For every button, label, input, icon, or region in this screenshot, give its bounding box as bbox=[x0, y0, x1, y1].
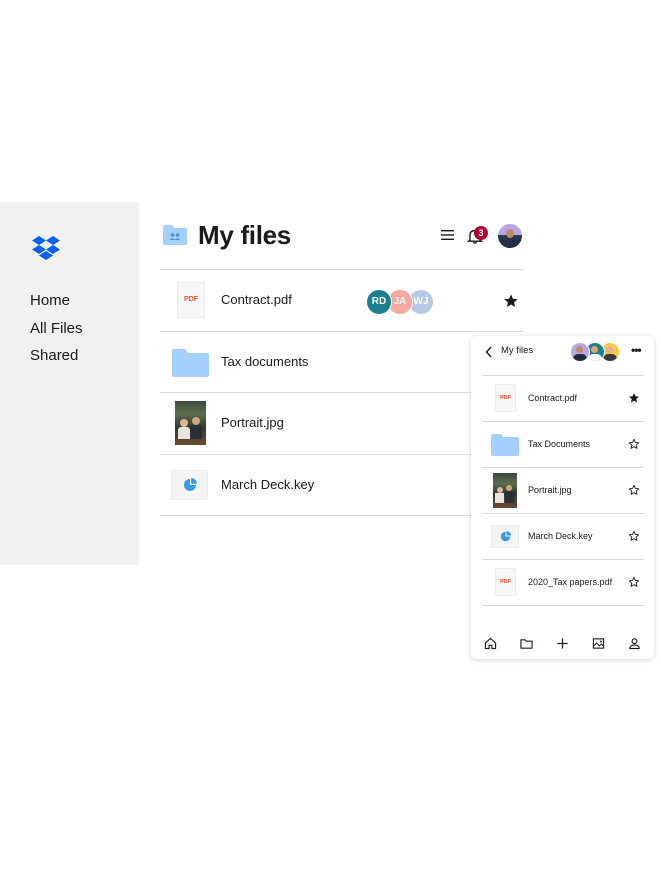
mobile-files-panel: My files ••• PDF Contract.pdf Tax Docume… bbox=[471, 336, 654, 659]
notification-badge: 3 bbox=[474, 226, 488, 240]
file-name: Contract.pdf bbox=[528, 393, 578, 403]
shared-folder-icon bbox=[163, 225, 187, 245]
list-item[interactable]: Portrait.jpg bbox=[482, 467, 644, 513]
list-item[interactable]: March Deck.key bbox=[482, 513, 644, 559]
list-item[interactable]: PDF Contract.pdf bbox=[482, 375, 644, 421]
star-filled-icon[interactable] bbox=[628, 392, 640, 404]
star-filled-icon[interactable] bbox=[503, 293, 519, 309]
account-icon[interactable] bbox=[628, 637, 641, 650]
pdf-file-icon: PDF bbox=[495, 568, 516, 596]
star-outline-icon[interactable] bbox=[628, 438, 640, 450]
pdf-file-icon: PDF bbox=[495, 384, 516, 412]
sidebar: Home All Files Shared bbox=[0, 202, 139, 565]
file-list: PDF Contract.pdf RD JA WJ Tax documents … bbox=[160, 269, 523, 516]
photos-icon[interactable] bbox=[592, 637, 605, 650]
back-chevron-icon[interactable] bbox=[485, 346, 493, 358]
shared-members-avatars[interactable] bbox=[570, 342, 626, 364]
keynote-file-icon bbox=[171, 469, 208, 500]
home-icon[interactable] bbox=[484, 637, 497, 650]
dropbox-logo-icon[interactable] bbox=[32, 236, 60, 260]
file-name: Tax Documents bbox=[528, 439, 591, 449]
image-thumbnail bbox=[175, 401, 206, 445]
collaborator-avatar[interactable]: RD bbox=[366, 289, 392, 315]
folder-icon[interactable] bbox=[520, 637, 533, 650]
file-row[interactable]: Tax documents bbox=[160, 330, 523, 393]
plus-icon[interactable] bbox=[556, 637, 569, 650]
panel-title: My files bbox=[501, 345, 534, 356]
file-name: 2020_Tax papers.pdf bbox=[528, 577, 613, 587]
sidebar-item-shared[interactable]: Shared bbox=[30, 346, 83, 374]
bottom-tab-bar bbox=[471, 626, 654, 659]
user-avatar[interactable] bbox=[498, 224, 522, 248]
file-name: Tax documents bbox=[221, 353, 309, 369]
keynote-file-icon bbox=[491, 525, 519, 548]
file-name: Contract.pdf bbox=[221, 292, 292, 307]
member-avatar[interactable] bbox=[570, 342, 590, 362]
more-options-icon[interactable]: ••• bbox=[631, 344, 642, 356]
menu-icon[interactable] bbox=[441, 229, 454, 241]
file-row[interactable]: March Deck.key bbox=[160, 453, 523, 516]
file-name: Portrait.jpg bbox=[221, 415, 284, 430]
folder-icon bbox=[172, 348, 209, 377]
page-title: My files bbox=[198, 220, 291, 250]
sidebar-item-all-files[interactable]: All Files bbox=[30, 319, 83, 347]
file-name: March Deck.key bbox=[528, 531, 593, 541]
sidebar-nav: Home All Files Shared bbox=[30, 291, 83, 374]
panel-file-list: PDF Contract.pdf Tax Documents Portrait.… bbox=[482, 375, 644, 606]
collaborator-avatars[interactable]: RD JA WJ bbox=[366, 289, 436, 315]
file-row[interactable]: Portrait.jpg bbox=[160, 392, 523, 454]
file-name: Portrait.jpg bbox=[528, 485, 572, 495]
star-outline-icon[interactable] bbox=[628, 576, 640, 588]
list-item[interactable]: Tax Documents bbox=[482, 421, 644, 467]
image-thumbnail bbox=[493, 473, 517, 508]
file-row[interactable]: PDF Contract.pdf RD JA WJ bbox=[160, 269, 523, 331]
folder-icon bbox=[491, 434, 519, 456]
pdf-file-icon: PDF bbox=[177, 282, 205, 318]
list-item[interactable]: PDF 2020_Tax papers.pdf bbox=[482, 559, 644, 606]
star-outline-icon[interactable] bbox=[628, 530, 640, 542]
star-outline-icon[interactable] bbox=[628, 484, 640, 496]
file-name: March Deck.key bbox=[221, 476, 315, 492]
sidebar-item-home[interactable]: Home bbox=[30, 291, 83, 319]
